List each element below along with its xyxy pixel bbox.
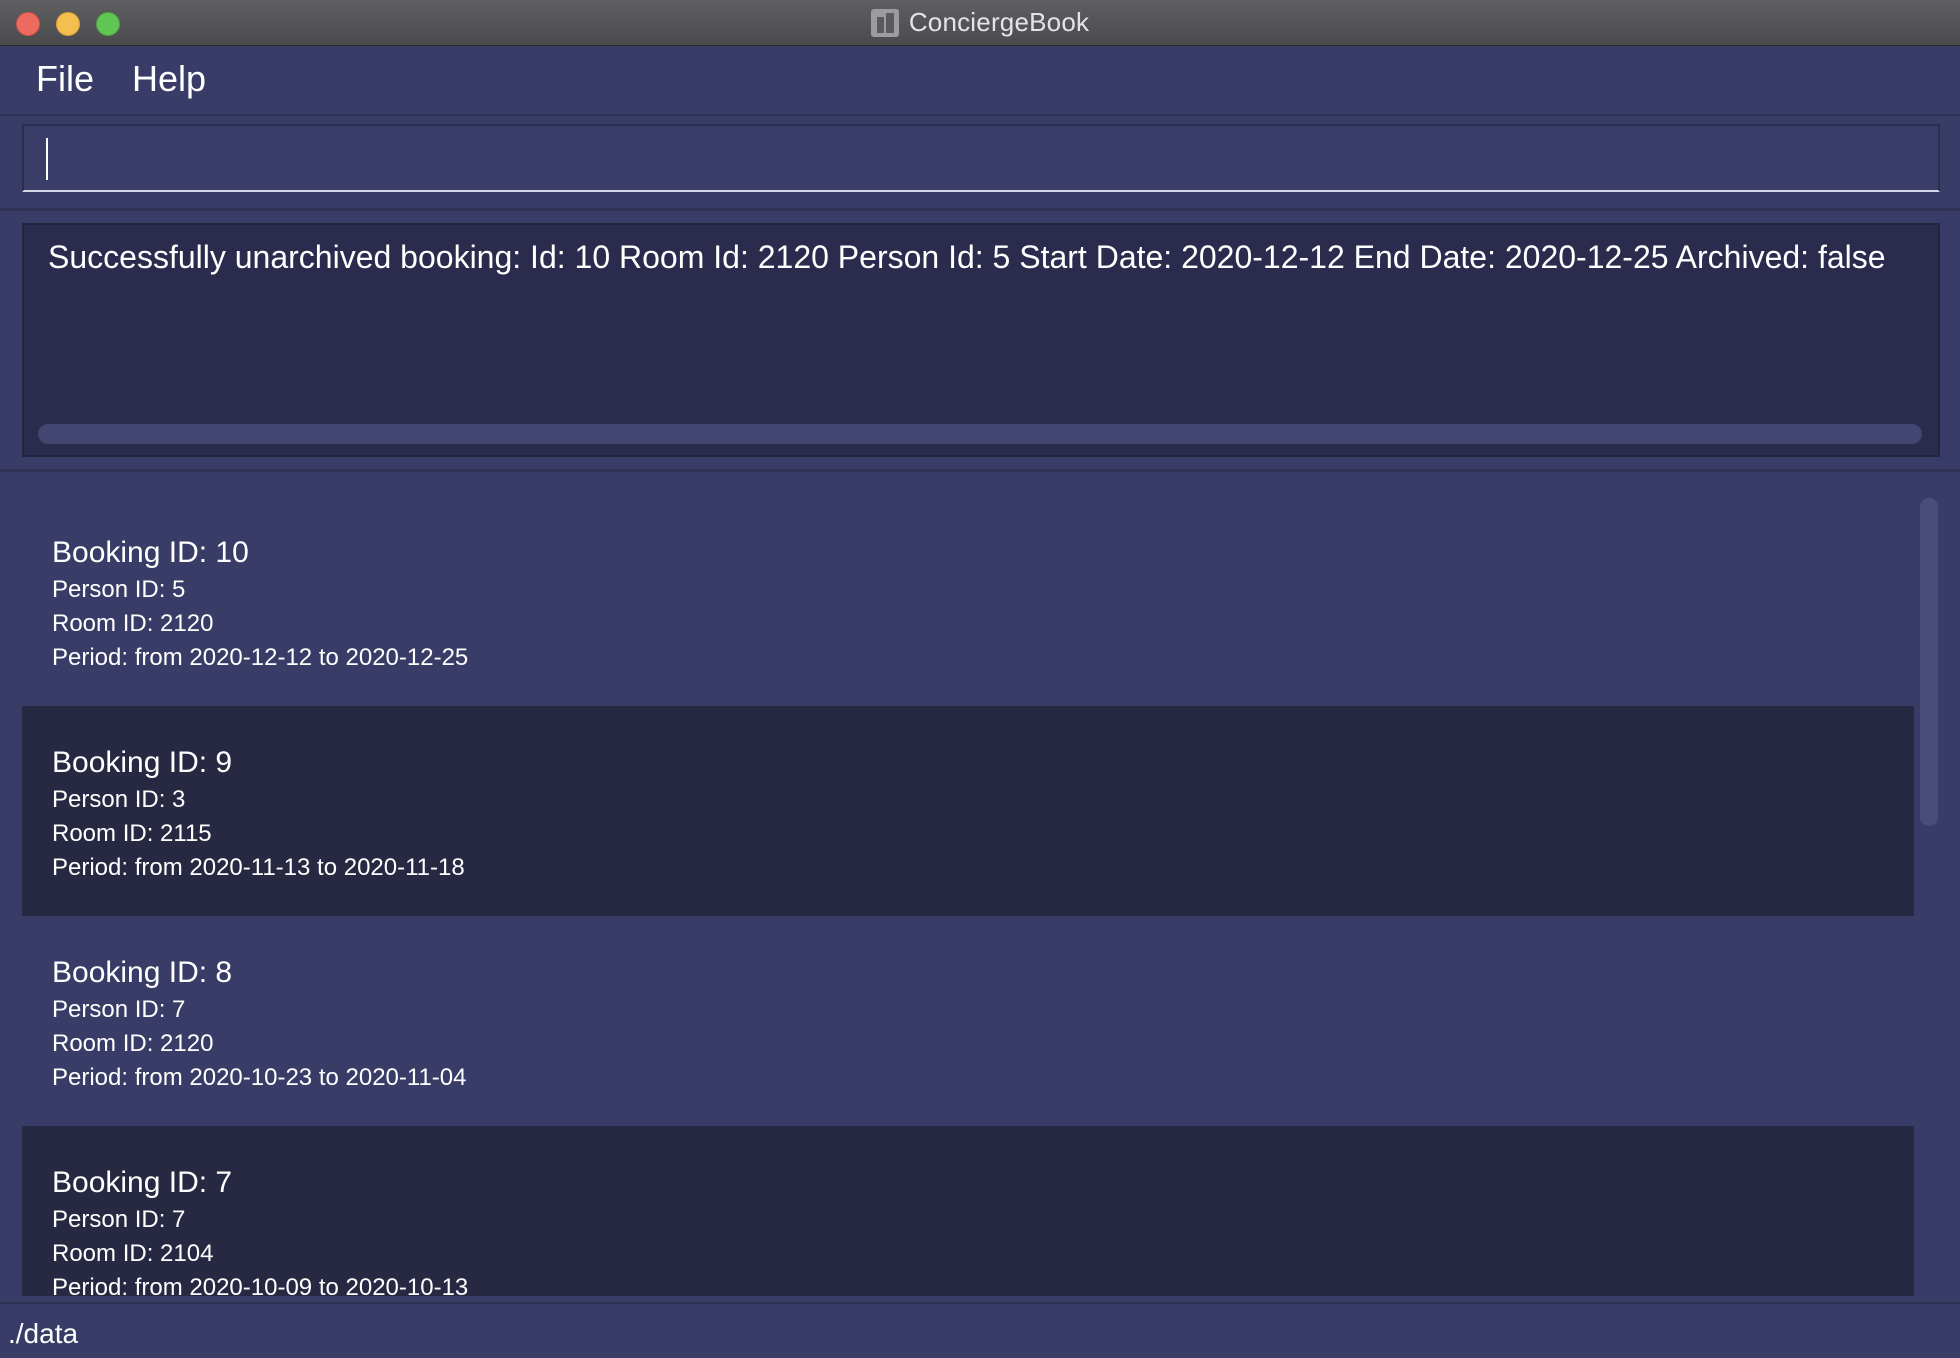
booking-id: Booking ID: 10: [52, 536, 249, 569]
booking-id: Booking ID: 7: [52, 1166, 233, 1199]
booking-period: Period: from 2020-11-13 to 2020-11-18: [52, 854, 465, 881]
room-id: Room ID: 2120: [52, 1030, 214, 1057]
person-id: Person ID: 7: [52, 1206, 186, 1233]
booking-card[interactable]: Booking ID: 9 Person ID: 3 Room ID: 2115…: [22, 706, 1914, 916]
building-icon: [870, 8, 899, 37]
room-id: Room ID: 2115: [52, 820, 212, 847]
text-caret: [46, 138, 48, 180]
result-message: Successfully unarchived booking: Id: 10 …: [48, 239, 1886, 275]
booking-card[interactable]: Booking ID: 10 Person ID: 5 Room ID: 212…: [22, 496, 1914, 706]
booking-card[interactable]: Booking ID: 8 Person ID: 7 Room ID: 2120…: [22, 916, 1914, 1126]
result-display[interactable]: Successfully unarchived booking: Id: 10 …: [22, 223, 1940, 457]
menu-help[interactable]: Help: [128, 58, 210, 100]
horizontal-scrollbar[interactable]: [38, 424, 1922, 444]
data-path: ./data: [8, 1318, 79, 1349]
title-bar: ConciergeBook: [0, 0, 1960, 46]
menu-file[interactable]: File: [32, 58, 98, 100]
booking-list[interactable]: Booking ID: 10 Person ID: 5 Room ID: 212…: [0, 472, 1960, 1302]
menu-bar: File Help: [0, 46, 1960, 116]
status-bar: ./data: [0, 1302, 1960, 1358]
title-group: ConciergeBook: [0, 0, 1960, 45]
command-input[interactable]: [22, 124, 1940, 192]
booking-card[interactable]: Booking ID: 7 Person ID: 7 Room ID: 2104…: [22, 1126, 1914, 1296]
command-box-area: [0, 116, 1960, 211]
result-display-area: Successfully unarchived booking: Id: 10 …: [0, 211, 1960, 472]
person-id: Person ID: 3: [52, 786, 186, 813]
vertical-scrollbar[interactable]: [1920, 498, 1938, 826]
room-id: Room ID: 2104: [52, 1240, 214, 1267]
booking-period: Period: from 2020-10-09 to 2020-10-13: [52, 1274, 469, 1296]
app-window: ConciergeBook File Help Successfully una…: [0, 0, 1960, 1358]
room-id: Room ID: 2120: [52, 610, 214, 637]
window-title: ConciergeBook: [908, 7, 1090, 37]
booking-id: Booking ID: 9: [52, 746, 233, 779]
booking-id: Booking ID: 8: [52, 956, 233, 989]
booking-period: Period: from 2020-10-23 to 2020-11-04: [52, 1064, 467, 1091]
person-id: Person ID: 5: [52, 576, 186, 603]
person-id: Person ID: 7: [52, 996, 186, 1023]
booking-period: Period: from 2020-12-12 to 2020-12-25: [52, 644, 469, 671]
